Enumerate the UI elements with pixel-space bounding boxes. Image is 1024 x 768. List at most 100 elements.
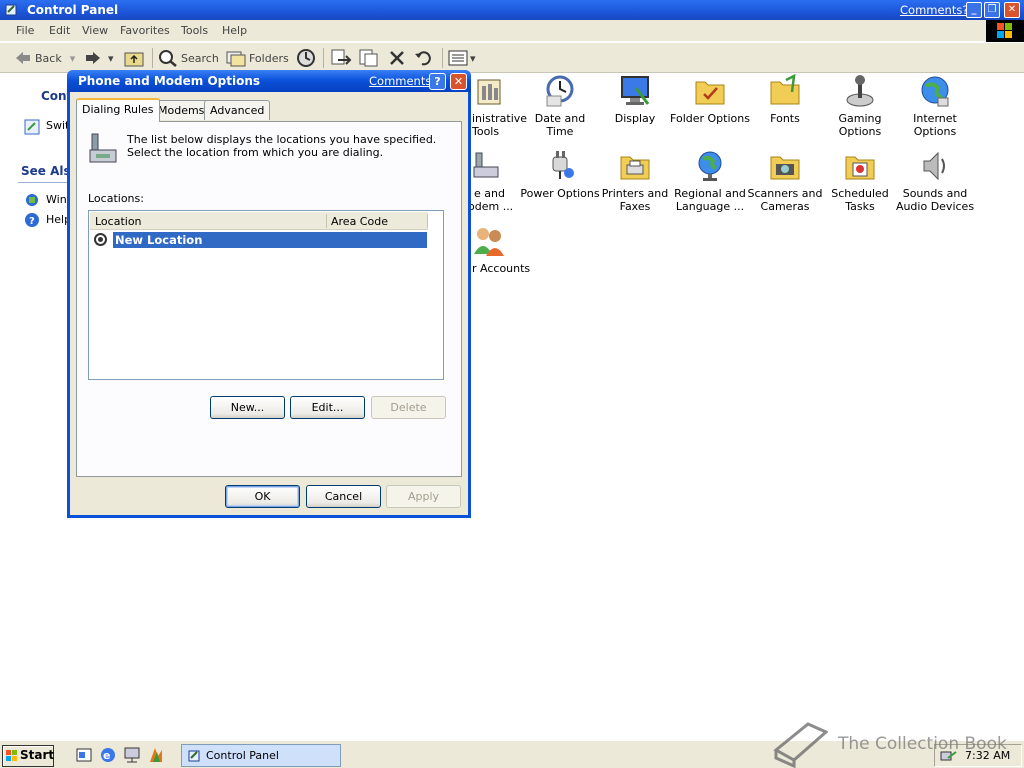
restore-button[interactable]: ❐: [984, 2, 1000, 18]
phone-icon: [86, 132, 120, 169]
regional-language-item[interactable]: Regional and Language ...: [670, 149, 750, 213]
delete-icon: [390, 51, 404, 65]
folders-icon: [226, 51, 246, 67]
printer-folder-icon: [620, 156, 650, 180]
taskbar-control-panel-button[interactable]: Control Panel: [181, 744, 341, 767]
fonts-item[interactable]: Fonts: [745, 74, 825, 125]
date-time-item[interactable]: Date and Time: [520, 74, 600, 138]
switch-view-link[interactable]: Swit: [46, 119, 69, 132]
fonts-folder-icon: [770, 74, 800, 105]
list-header: Location Area Code: [90, 212, 428, 230]
help-icon: ?: [24, 212, 40, 231]
close-button[interactable]: ✕: [1004, 2, 1020, 18]
dialog-title: Phone and Modem Options: [78, 74, 261, 88]
power-options-item[interactable]: Power Options: [520, 149, 600, 200]
menu-file[interactable]: File: [16, 24, 34, 37]
chevron-down-icon: ▾: [69, 51, 76, 65]
apply-button[interactable]: Apply: [386, 485, 461, 508]
cancel-button[interactable]: Cancel: [306, 485, 381, 508]
delete-toolbar-button[interactable]: [388, 47, 406, 69]
switch-view-icon: [24, 119, 40, 138]
globe-stand-icon: [698, 151, 722, 181]
scheduled-tasks-item[interactable]: Scheduled Tasks: [820, 149, 900, 213]
delete-location-button[interactable]: Delete: [371, 396, 446, 419]
tab-dialing-rules[interactable]: Dialing Rules: [76, 98, 160, 122]
messenger-icon[interactable]: [147, 746, 165, 764]
svg-text:e: e: [103, 749, 110, 762]
tab-advanced[interactable]: Advanced: [204, 100, 271, 120]
menu-favorites[interactable]: Favorites: [120, 24, 170, 37]
internet-options-item[interactable]: Internet Options: [895, 74, 975, 138]
column-area-code[interactable]: Area Code: [331, 215, 388, 228]
search-button[interactable]: Search: [158, 47, 219, 69]
dialog-body: Dialing Rules Modems Advanced The list b…: [70, 92, 468, 515]
column-location[interactable]: Location: [95, 215, 142, 228]
internet-explorer-icon[interactable]: e: [99, 746, 117, 764]
undo-icon: [415, 51, 431, 66]
info-text: The list below displays the locations yo…: [127, 133, 437, 159]
display-item[interactable]: Display: [595, 74, 675, 125]
edit-location-button[interactable]: Edit...: [290, 396, 365, 419]
chevron-down-icon: ▾: [470, 51, 476, 65]
dialog-title-bar: Phone and Modem Options Comments? ? ✕: [67, 70, 471, 92]
forward-button[interactable]: ▾: [84, 47, 114, 69]
phone-modem-icon: [473, 152, 499, 178]
up-folder-button[interactable]: [124, 47, 144, 69]
dialog-close-button[interactable]: ✕: [450, 73, 467, 90]
show-desktop-icon[interactable]: [75, 746, 93, 764]
watermark: The Collection Book: [772, 720, 1012, 768]
menu-view[interactable]: View: [82, 24, 108, 37]
history-button[interactable]: [296, 47, 316, 69]
globe-icon: [921, 76, 949, 107]
scanners-cameras-item[interactable]: Scanners and Cameras: [745, 149, 825, 213]
folder-icon: [695, 81, 725, 105]
selected-location-radio-icon: [94, 233, 107, 246]
locations-list[interactable]: Location Area Code New Location: [88, 210, 444, 380]
move-to-icon: [331, 49, 352, 65]
ok-button[interactable]: OK: [225, 485, 300, 508]
windows-update-icon: [24, 192, 40, 211]
network-icon[interactable]: [123, 746, 141, 764]
control-panel-icon: [188, 750, 200, 762]
toolbar: Back ▾ ▾ Search Folders ▾: [0, 43, 1024, 73]
gaming-options-item[interactable]: Gaming Options: [820, 74, 900, 138]
left-task-pane: Cont Swit See Also Wind ? Help: [0, 74, 79, 739]
new-location-button[interactable]: New...: [210, 396, 285, 419]
forward-arrow-icon: [86, 52, 100, 64]
folder-options-item[interactable]: Folder Options: [670, 74, 750, 125]
phone-modem-dialog: Phone and Modem Options Comments? ? ✕ Di…: [67, 70, 471, 518]
copy-to-icon: [359, 49, 378, 67]
minimize-button[interactable]: _: [966, 2, 982, 18]
users-icon: [474, 228, 504, 256]
back-arrow-icon: [16, 52, 30, 64]
search-icon: [159, 50, 177, 67]
up-folder-icon: [124, 52, 144, 67]
copy-to-button[interactable]: [358, 47, 380, 69]
joystick-icon: [846, 75, 874, 107]
views-button[interactable]: ▾: [448, 47, 476, 69]
sounds-audio-item[interactable]: Sounds and Audio Devices: [895, 149, 975, 213]
monitor-icon: [621, 76, 650, 105]
dialog-comments-link[interactable]: Comments?: [369, 74, 437, 88]
undo-button[interactable]: [414, 47, 434, 69]
help-button[interactable]: ?: [429, 73, 446, 90]
chevron-down-icon: ▾: [108, 51, 114, 65]
printers-faxes-item[interactable]: Printers and Faxes: [595, 149, 675, 213]
list-item[interactable]: New Location: [113, 232, 427, 248]
start-button[interactable]: Start: [2, 745, 54, 767]
menu-bar: File Edit View Favorites Tools Help: [0, 20, 1024, 42]
menu-edit[interactable]: Edit: [49, 24, 70, 37]
control-panel-icon: [5, 3, 19, 17]
move-to-button[interactable]: [330, 47, 352, 69]
tab-modems[interactable]: Modems: [152, 100, 211, 120]
folders-button[interactable]: Folders: [226, 47, 289, 69]
power-plug-icon: [552, 151, 574, 179]
menu-help[interactable]: Help: [222, 24, 247, 37]
locations-label: Locations:: [88, 192, 144, 205]
comments-link[interactable]: Comments?: [900, 3, 968, 17]
admin-tools-icon: [477, 79, 501, 105]
menu-tools[interactable]: Tools: [181, 24, 208, 37]
svg-text:?: ?: [29, 216, 35, 227]
main-title-bar: Control Panel Comments? _ ❐ ✕: [0, 0, 1024, 20]
back-button[interactable]: Back ▾: [14, 47, 75, 69]
